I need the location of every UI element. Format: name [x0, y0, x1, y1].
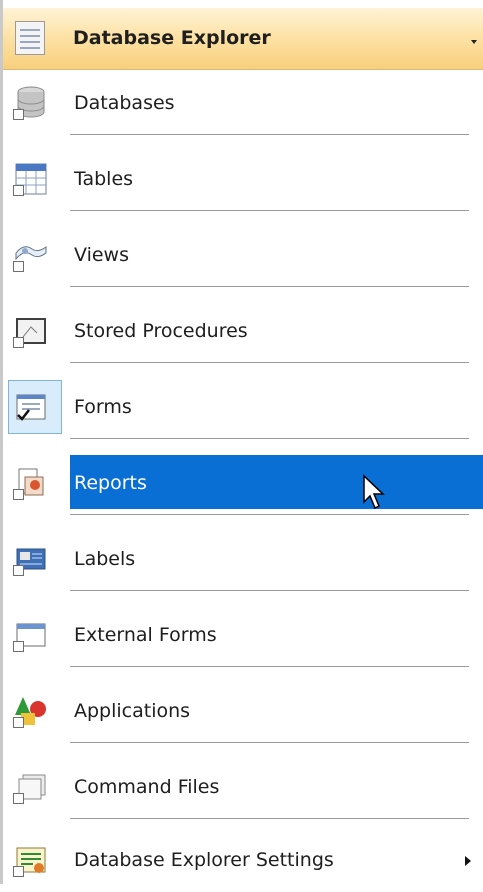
- menu-separator: [70, 514, 469, 515]
- menu-separator: [70, 590, 469, 591]
- menu-item-label: Databases: [74, 92, 175, 114]
- chevron-down-icon: [471, 40, 477, 44]
- menu-header[interactable]: Database Explorer: [3, 8, 483, 70]
- menu-item-label: Forms: [74, 396, 132, 418]
- menu-separator: [70, 210, 469, 211]
- database-explorer-icon: [15, 21, 45, 55]
- item-checkbox: [13, 337, 24, 348]
- menu-item-label: Labels: [74, 548, 136, 570]
- item-checkbox: [13, 489, 24, 500]
- menu-item-command-files[interactable]: Command Files: [3, 755, 483, 819]
- menu-separator: [70, 286, 469, 287]
- menu-item-label: Stored Procedures: [74, 320, 248, 342]
- menu-separator: [70, 362, 469, 363]
- form-icon: [16, 394, 46, 421]
- menu-item-forms[interactable]: Forms: [3, 375, 483, 439]
- menu-item-external-forms[interactable]: External Forms: [3, 603, 483, 667]
- menu-item-label: Tables: [74, 168, 134, 190]
- menu-separator: [70, 438, 469, 439]
- menu-header-title: Database Explorer: [73, 27, 271, 49]
- item-checkbox: [13, 261, 24, 272]
- menu-item-reports[interactable]: Reports: [3, 451, 483, 515]
- menu-item-label: Reports: [74, 472, 147, 494]
- item-checkbox: [13, 565, 24, 576]
- menu-item-label: Command Files: [74, 776, 220, 798]
- mouse-cursor-icon: [363, 474, 385, 510]
- menu-item-labels[interactable]: Labels: [3, 527, 483, 591]
- menu-item-stored-procedures[interactable]: Stored Procedures: [3, 299, 483, 363]
- menu-item-applications[interactable]: Applications: [3, 679, 483, 743]
- menu-item-label: Views: [74, 244, 129, 266]
- menu-item-label: Applications: [74, 700, 191, 722]
- menu-item-database-explorer-settings[interactable]: Database Explorer Settings: [3, 828, 483, 892]
- submenu-arrow-icon: [465, 856, 471, 866]
- menu-item-label: External Forms: [74, 624, 217, 646]
- item-checkbox: [13, 793, 24, 804]
- item-checkbox: [13, 109, 24, 120]
- menu-item-databases[interactable]: Databases: [3, 71, 483, 135]
- item-checkbox: [13, 185, 24, 196]
- item-checkbox: [13, 641, 24, 652]
- menu-item-tables[interactable]: Tables: [3, 147, 483, 211]
- menu-item-label: Database Explorer Settings: [74, 849, 334, 871]
- menu-item-views[interactable]: Views: [3, 223, 483, 287]
- item-checkbox: [13, 717, 24, 728]
- menu-separator: [70, 742, 469, 743]
- item-checkbox: [13, 866, 24, 877]
- menu-separator: [70, 818, 469, 819]
- menu-separator: [70, 666, 469, 667]
- menu-separator: [70, 134, 469, 135]
